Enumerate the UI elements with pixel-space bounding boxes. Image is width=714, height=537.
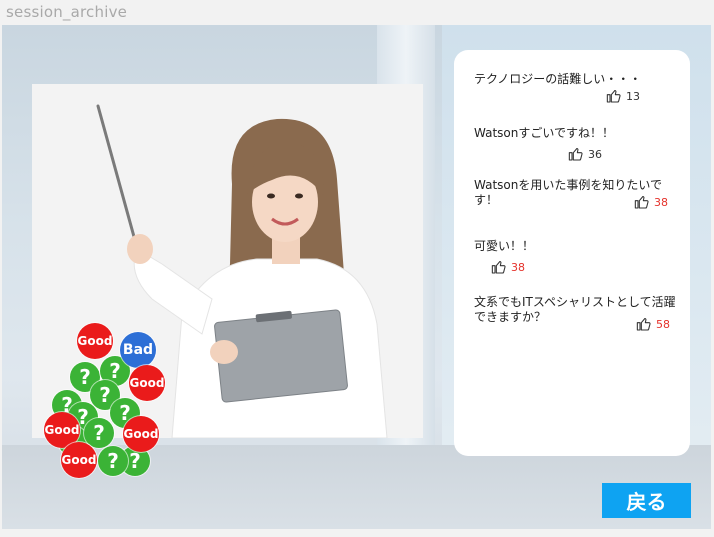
good-reaction-bubble: Good — [123, 416, 159, 452]
comment-item: Watsonすごいですね！！ — [474, 126, 684, 141]
like-count: 58 — [656, 317, 670, 331]
thumbs-up-icon — [634, 196, 649, 209]
thumbs-up-icon — [568, 148, 583, 161]
comment-item: 可愛い！！ — [474, 239, 684, 254]
like-button[interactable]: 36 — [568, 146, 602, 162]
comment-text: 可愛い！！ — [474, 239, 535, 253]
comment-text: テクノロジーの話難しい・・・ — [474, 72, 642, 86]
like-button[interactable]: 38 — [634, 194, 668, 210]
good-reaction-bubble: Good — [61, 442, 97, 478]
like-count: 13 — [626, 89, 640, 103]
thumbs-up-icon — [606, 90, 621, 103]
question-reaction-bubble: ? — [98, 446, 128, 476]
back-button[interactable]: 戻る — [602, 483, 691, 518]
good-reaction-bubble: Good — [77, 323, 113, 359]
app-title: session_archive — [6, 3, 128, 21]
like-button[interactable]: 58 — [636, 316, 670, 332]
bad-reaction-bubble: Bad — [120, 332, 156, 368]
comment-item: テクノロジーの話難しい・・・ — [474, 72, 684, 87]
question-reaction-bubble: ? — [84, 418, 114, 448]
like-button[interactable]: 38 — [491, 259, 525, 275]
like-button[interactable]: 13 — [606, 88, 640, 104]
comment-text: Watsonすごいですね！！ — [474, 126, 614, 140]
good-reaction-bubble: Good — [129, 365, 165, 401]
thumbs-up-icon — [491, 261, 506, 274]
thumbs-up-icon — [636, 318, 651, 331]
comments-panel: テクノロジーの話難しい・・・ 13 Watsonすごいですね！！ 36 Wats… — [454, 50, 690, 456]
like-count: 38 — [511, 260, 525, 274]
like-count: 38 — [654, 195, 668, 209]
like-count: 36 — [588, 147, 602, 161]
